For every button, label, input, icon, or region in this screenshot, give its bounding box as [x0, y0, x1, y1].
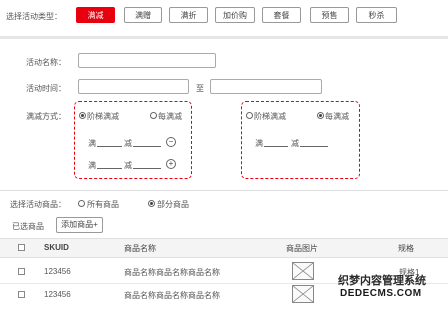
full-label: 满 [88, 161, 96, 170]
col-skuid: SKUID [44, 243, 69, 252]
radio-all-products-label: 所有商品 [87, 200, 119, 209]
reduce-amount-input[interactable] [300, 146, 328, 147]
radio-each-label: 每满减 [158, 112, 182, 121]
row-product-name: 商品名称商品名称商品名称 [124, 268, 220, 277]
select-all-checkbox[interactable] [18, 244, 25, 251]
mode-label: 满减方式： [26, 112, 66, 121]
row-skuid: 123456 [44, 267, 71, 276]
watermark-title: 织梦内容管理系统 [338, 275, 426, 287]
divider [0, 36, 448, 39]
radio-partial-products[interactable] [148, 200, 155, 207]
remove-tier-icon[interactable]: − [166, 137, 176, 147]
full-amount-input[interactable] [97, 146, 122, 147]
row-skuid: 123456 [44, 290, 71, 299]
radio-each[interactable] [317, 112, 324, 119]
type-button-miaosha[interactable]: 秒杀 [356, 7, 397, 23]
radio-each[interactable] [150, 112, 157, 119]
radio-each-label: 每满减 [325, 112, 349, 121]
reduce-amount-input[interactable] [133, 146, 161, 147]
col-product-name: 商品名称 [124, 244, 156, 253]
activity-name-label: 活动名称： [26, 58, 66, 67]
type-button-manzhe[interactable]: 满折 [169, 7, 208, 23]
activity-type-label: 选择活动类型： [6, 12, 62, 21]
add-tier-icon[interactable]: + [166, 159, 176, 169]
radio-tiered[interactable] [79, 112, 86, 119]
radio-tiered-label: 阶梯满减 [87, 112, 119, 121]
type-button-manzeng[interactable]: 满赠 [124, 7, 162, 23]
radio-tiered-label: 阶梯满减 [254, 112, 286, 121]
activity-time-label: 活动时间： [26, 84, 66, 93]
type-button-yushou[interactable]: 预售 [310, 7, 349, 23]
row-checkbox[interactable] [18, 291, 25, 298]
reduce-label: 减 [291, 139, 299, 148]
selected-products-label: 已选商品 [12, 222, 44, 231]
type-button-jiajiagou[interactable]: 加价购 [215, 7, 255, 23]
watermark-url: DEDECMS.COM [340, 288, 422, 299]
start-time-input[interactable] [78, 79, 189, 94]
product-image-placeholder [292, 285, 314, 303]
reduce-label: 减 [124, 139, 132, 148]
time-separator: 至 [196, 84, 204, 93]
radio-all-products[interactable] [78, 200, 85, 207]
activity-name-input[interactable] [78, 53, 216, 68]
add-product-button[interactable]: 添加商品+ [56, 217, 103, 233]
reduce-label: 减 [124, 161, 132, 170]
full-label: 满 [255, 139, 263, 148]
radio-tiered[interactable] [246, 112, 253, 119]
select-products-label: 选择活动商品： [10, 200, 66, 209]
divider [0, 190, 448, 191]
col-spec: 规格 [398, 244, 414, 253]
reduce-amount-input[interactable] [133, 168, 161, 169]
row-product-name: 商品名称商品名称商品名称 [124, 291, 220, 300]
radio-partial-products-label: 部分商品 [157, 200, 189, 209]
full-amount-input[interactable] [264, 146, 288, 147]
type-button-taocan[interactable]: 套餐 [262, 7, 301, 23]
col-product-image: 商品图片 [286, 244, 318, 253]
full-amount-input[interactable] [97, 168, 122, 169]
end-time-input[interactable] [210, 79, 322, 94]
type-button-manjian[interactable]: 满减 [76, 7, 115, 23]
row-checkbox[interactable] [18, 268, 25, 275]
product-image-placeholder [292, 262, 314, 280]
full-label: 满 [88, 139, 96, 148]
